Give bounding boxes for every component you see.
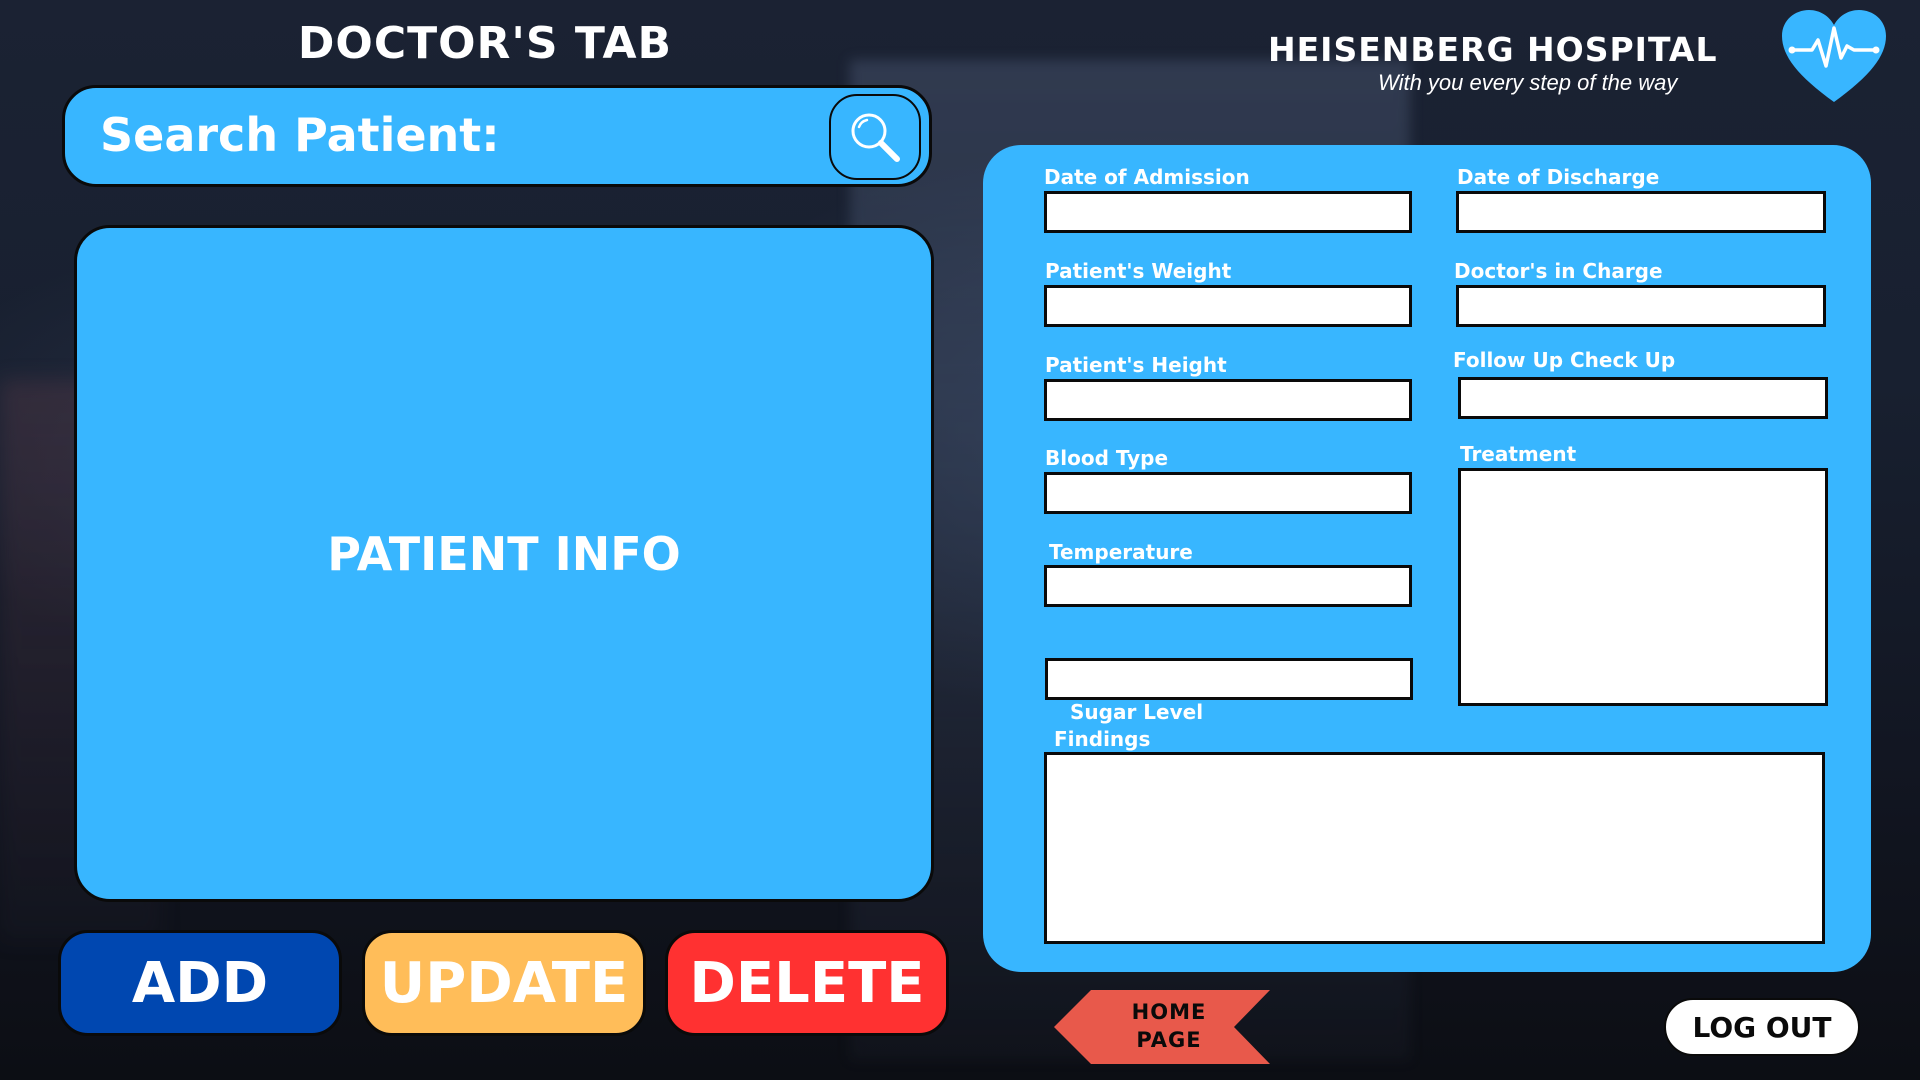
delete-button[interactable]: DELETE [665,930,949,1036]
brand: HEISENBERG HOSPITAL With you every step … [1268,30,1758,95]
temperature-label: Temperature [1049,540,1193,564]
search-icon [851,113,900,162]
patient-record-form: Date of Admission Patient's Weight Patie… [983,145,1871,972]
search-button[interactable] [829,94,921,180]
findings-field[interactable] [1044,752,1825,944]
patient-weight-label: Patient's Weight [1045,259,1232,283]
brand-tagline: With you every step of the way [1378,70,1678,95]
search-label: Search Patient: [100,108,500,162]
treatment-field[interactable] [1458,468,1828,706]
page-title: DOCTOR'S TAB [297,18,673,69]
sugar-level-field[interactable] [1045,658,1413,700]
update-button[interactable]: UPDATE [362,930,646,1036]
logout-button[interactable]: LOG OUT [1664,998,1860,1056]
search-bar[interactable]: Search Patient: [62,85,932,187]
patient-height-field[interactable] [1044,379,1412,421]
date-of-admission-label: Date of Admission [1044,165,1250,189]
add-button[interactable]: ADD [58,930,342,1036]
date-of-discharge-field[interactable] [1456,191,1826,233]
patient-weight-field[interactable] [1044,285,1412,327]
blood-type-label: Blood Type [1045,446,1169,470]
doctor-in-charge-label: Doctor's in Charge [1454,259,1663,283]
follow-up-check-up-field[interactable] [1458,377,1828,419]
treatment-label: Treatment [1460,442,1577,466]
date-of-admission-field[interactable] [1044,191,1412,233]
home-page-button[interactable]: HOME PAGE [1054,990,1270,1064]
patient-info-title: PATIENT INFO [327,526,681,581]
temperature-field[interactable] [1044,565,1412,607]
follow-up-check-up-label: Follow Up Check Up [1453,348,1676,372]
doctor-in-charge-field[interactable] [1456,285,1826,327]
heart-pulse-icon [1782,10,1886,102]
sugar-level-label: Sugar Level [1070,700,1204,724]
patient-info-panel: PATIENT INFO [74,225,934,902]
date-of-discharge-label: Date of Discharge [1457,165,1660,189]
home-page-label: HOME PAGE [1131,1000,1207,1052]
blood-type-field[interactable] [1044,472,1412,514]
findings-label: Findings [1054,727,1151,751]
patient-height-label: Patient's Height [1045,353,1227,377]
brand-name: HEISENBERG HOSPITAL [1268,30,1718,69]
